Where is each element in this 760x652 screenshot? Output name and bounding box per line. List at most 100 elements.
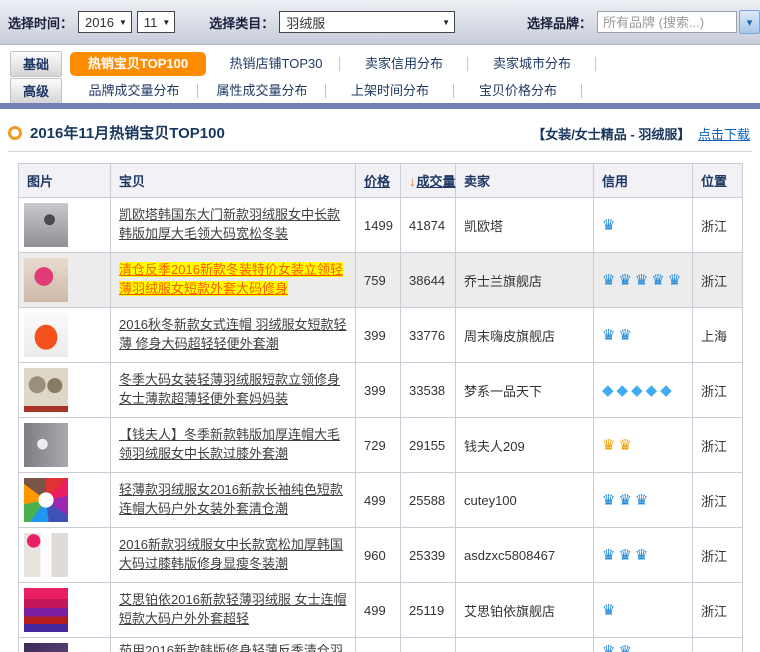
column-header: 信用 — [594, 164, 693, 198]
price-cell: 399 — [356, 308, 401, 363]
product-table-wrap: 图片宝贝价格↓成交量卖家信用位置 凯欧塔韩国东大门新款羽绒服女中长款韩版加厚大毛… — [18, 163, 742, 652]
download-link[interactable]: 点击下载 — [698, 127, 750, 142]
tabs-area: 基础 热销宝贝TOP100热销店铺TOP30卖家信用分布卖家城市分布 高级 品牌… — [0, 50, 760, 104]
title-cell: 【钱夫人】冬季新款韩版加厚连帽大毛领羽绒服女中长款过膝外套潮 — [111, 418, 356, 473]
product-image[interactable] — [24, 313, 68, 357]
blue-crown-icon: ♛ — [618, 643, 634, 652]
blue-diamond-icon: ◆ — [631, 382, 646, 399]
blue-crown-icon: ♛ — [602, 547, 618, 564]
product-table-body: 凯欧塔韩国东大门新款羽绒服女中长款韩版加厚大毛领大码宽松冬装149941874凯… — [19, 198, 743, 652]
price-cell: 499 — [356, 583, 401, 638]
product-image[interactable] — [24, 258, 68, 302]
product-image[interactable] — [24, 368, 68, 412]
credit-cell: ◆◆◆◆◆ — [594, 363, 693, 418]
location-cell: 浙江 — [693, 528, 743, 583]
section-head: 2016年11月热销宝贝TOP100 【女装/女士精品 - 羽绒服】 点击下载 — [0, 118, 760, 148]
location-cell: 浙江 — [693, 363, 743, 418]
title-cell: 艾思铂依2016新款轻薄羽绒服 女士连帽短款大码户外外套超轻 — [111, 583, 356, 638]
section-right: 【女装/女士精品 - 羽绒服】 点击下载 — [532, 124, 750, 143]
product-title-link[interactable]: 清仓反季2016新款冬装特价女装立领轻薄羽绒服女短款外套大码修身 — [119, 262, 343, 296]
product-row: 【钱夫人】冬季新款韩版加厚连帽大毛领羽绒服女中长款过膝外套潮72929155钱夫… — [19, 418, 743, 473]
product-row: 清仓反季2016新款冬装特价女装立领轻薄羽绒服女短款外套大码修身75938644… — [19, 253, 743, 308]
tab-basic-0[interactable]: 热销宝贝TOP100 — [70, 52, 206, 76]
seller-cell: 梦系一品天下 — [456, 363, 594, 418]
product-image[interactable] — [24, 423, 68, 467]
product-row: 轻薄款羽绒服女2016新款长袖纯色短款连帽大码户外女装外套清仓潮49925588… — [19, 473, 743, 528]
app-window: 选择时间： 2016 ▼ 11 ▼ 选择类目： 羽绒服 ▼ 选择品牌： ▾ 基础… — [0, 0, 760, 652]
credit-cell: ♛ — [594, 198, 693, 253]
brand-filter-label: 选择品牌： — [527, 13, 592, 32]
credit-cell: ♛♛♛ — [594, 473, 693, 528]
blue-crown-icon: ♛ — [651, 272, 667, 289]
blue-diamond-icon: ◆ — [617, 382, 632, 399]
brand-dropdown-button[interactable]: ▾ — [739, 10, 760, 34]
blue-diamond-icon: ◆ — [646, 382, 661, 399]
product-title-link[interactable]: 茄用2016新款韩版修身轻薄反季清仓羽绒服女短款连 — [119, 643, 343, 652]
location-cell: 浙江 — [693, 253, 743, 308]
product-image[interactable] — [24, 478, 68, 522]
product-image[interactable] — [24, 203, 68, 247]
seller-cell: 钱夫人209 — [456, 418, 594, 473]
product-row: 凯欧塔韩国东大门新款羽绒服女中长款韩版加厚大毛领大码宽松冬装149941874凯… — [19, 198, 743, 253]
title-cell: 轻薄款羽绒服女2016新款长袖纯色短款连帽大码户外女装外套清仓潮 — [111, 473, 356, 528]
category-filter-label: 选择类目： — [209, 13, 274, 32]
dropdown-arrow-icon: ▼ — [442, 18, 450, 27]
category-select[interactable]: 羽绒服 ▼ — [279, 11, 455, 33]
credit-cell: ♛♛ — [594, 638, 693, 652]
gold-crown-icon: ♛ — [602, 437, 618, 454]
month-select[interactable]: 11 ▼ — [137, 11, 175, 33]
seller-cell: 凯欧塔 — [456, 198, 594, 253]
tab-basic-1[interactable]: 热销店铺TOP30 — [212, 51, 340, 77]
blue-diamond-icon: ◆ — [602, 382, 617, 399]
product-title-link[interactable]: 凯欧塔韩国东大门新款羽绒服女中长款韩版加厚大毛领大码宽松冬装 — [119, 207, 340, 241]
product-table: 图片宝贝价格↓成交量卖家信用位置 凯欧塔韩国东大门新款羽绒服女中长款韩版加厚大毛… — [18, 163, 743, 652]
product-image[interactable] — [24, 533, 68, 577]
blue-crown-icon: ♛ — [635, 272, 651, 289]
basic-group-label: 基础 — [10, 51, 62, 77]
location-cell: 上海 — [693, 308, 743, 363]
column-header[interactable]: 价格 — [356, 164, 401, 198]
column-header[interactable]: ↓成交量 — [401, 164, 456, 198]
volume-cell: 33776 — [401, 308, 456, 363]
product-title-link[interactable]: 2016新款羽绒服女中长款宽松加厚韩国大码过膝韩版修身显瘦冬装潮 — [119, 537, 343, 571]
price-cell: 499 — [356, 473, 401, 528]
image-cell — [19, 583, 111, 638]
product-image[interactable] — [24, 588, 68, 632]
image-cell — [19, 418, 111, 473]
year-select[interactable]: 2016 ▼ — [78, 11, 132, 33]
tab-advanced-1[interactable]: 属性成交量分布 — [198, 78, 326, 104]
brand-search-input[interactable] — [597, 11, 737, 33]
product-title-link[interactable]: 冬季大码女装轻薄羽绒服短款立领修身女士薄款超薄轻便外套妈妈装 — [119, 372, 340, 406]
tab-advanced-2[interactable]: 上架时间分布 — [326, 78, 454, 104]
product-image[interactable] — [24, 643, 68, 652]
product-title-link[interactable]: 艾思铂依2016新款轻薄羽绒服 女士连帽短款大码户外外套超轻 — [119, 592, 347, 626]
credit-cell: ♛♛♛♛♛ — [594, 253, 693, 308]
credit-cell: ♛♛ — [594, 418, 693, 473]
location-cell: 浙江 — [693, 583, 743, 638]
volume-cell — [401, 638, 456, 652]
category-breadcrumb: 【女装/女士精品 - 羽绒服】 — [532, 127, 690, 142]
title-cell: 2016新款羽绒服女中长款宽松加厚韩国大码过膝韩版修身显瘦冬装潮 — [111, 528, 356, 583]
basic-tab-list: 热销宝贝TOP100热销店铺TOP30卖家信用分布卖家城市分布 — [70, 51, 596, 77]
column-header: 图片 — [19, 164, 111, 198]
tab-basic-2[interactable]: 卖家信用分布 — [340, 51, 468, 77]
tab-advanced-0[interactable]: 品牌成交量分布 — [70, 78, 198, 104]
column-header: 宝贝 — [111, 164, 356, 198]
tab-basic-3[interactable]: 卖家城市分布 — [468, 51, 596, 77]
column-header: 卖家 — [456, 164, 594, 198]
image-cell — [19, 528, 111, 583]
advanced-group-label: 高级 — [10, 78, 62, 104]
image-cell — [19, 638, 111, 652]
product-title-link[interactable]: 【钱夫人】冬季新款韩版加厚连帽大毛领羽绒服女中长款过膝外套潮 — [119, 427, 340, 461]
column-header: 位置 — [693, 164, 743, 198]
seller-cell: 乔士兰旗舰店 — [456, 253, 594, 308]
title-cell: 清仓反季2016新款冬装特价女装立领轻薄羽绒服女短款外套大码修身 — [111, 253, 356, 308]
price-cell: 759 — [356, 253, 401, 308]
image-cell — [19, 363, 111, 418]
table-header-row: 图片宝贝价格↓成交量卖家信用位置 — [19, 164, 743, 198]
tab-advanced-3[interactable]: 宝贝价格分布 — [454, 78, 582, 104]
product-title-link[interactable]: 轻薄款羽绒服女2016新款长袖纯色短款连帽大码户外女装外套清仓潮 — [119, 482, 343, 516]
blue-diamond-icon: ◆ — [660, 382, 675, 399]
blue-crown-icon: ♛ — [618, 272, 634, 289]
product-title-link[interactable]: 2016秋冬新款女式连帽 羽绒服女短款轻薄 修身大码超轻轻便外套潮 — [119, 317, 347, 351]
